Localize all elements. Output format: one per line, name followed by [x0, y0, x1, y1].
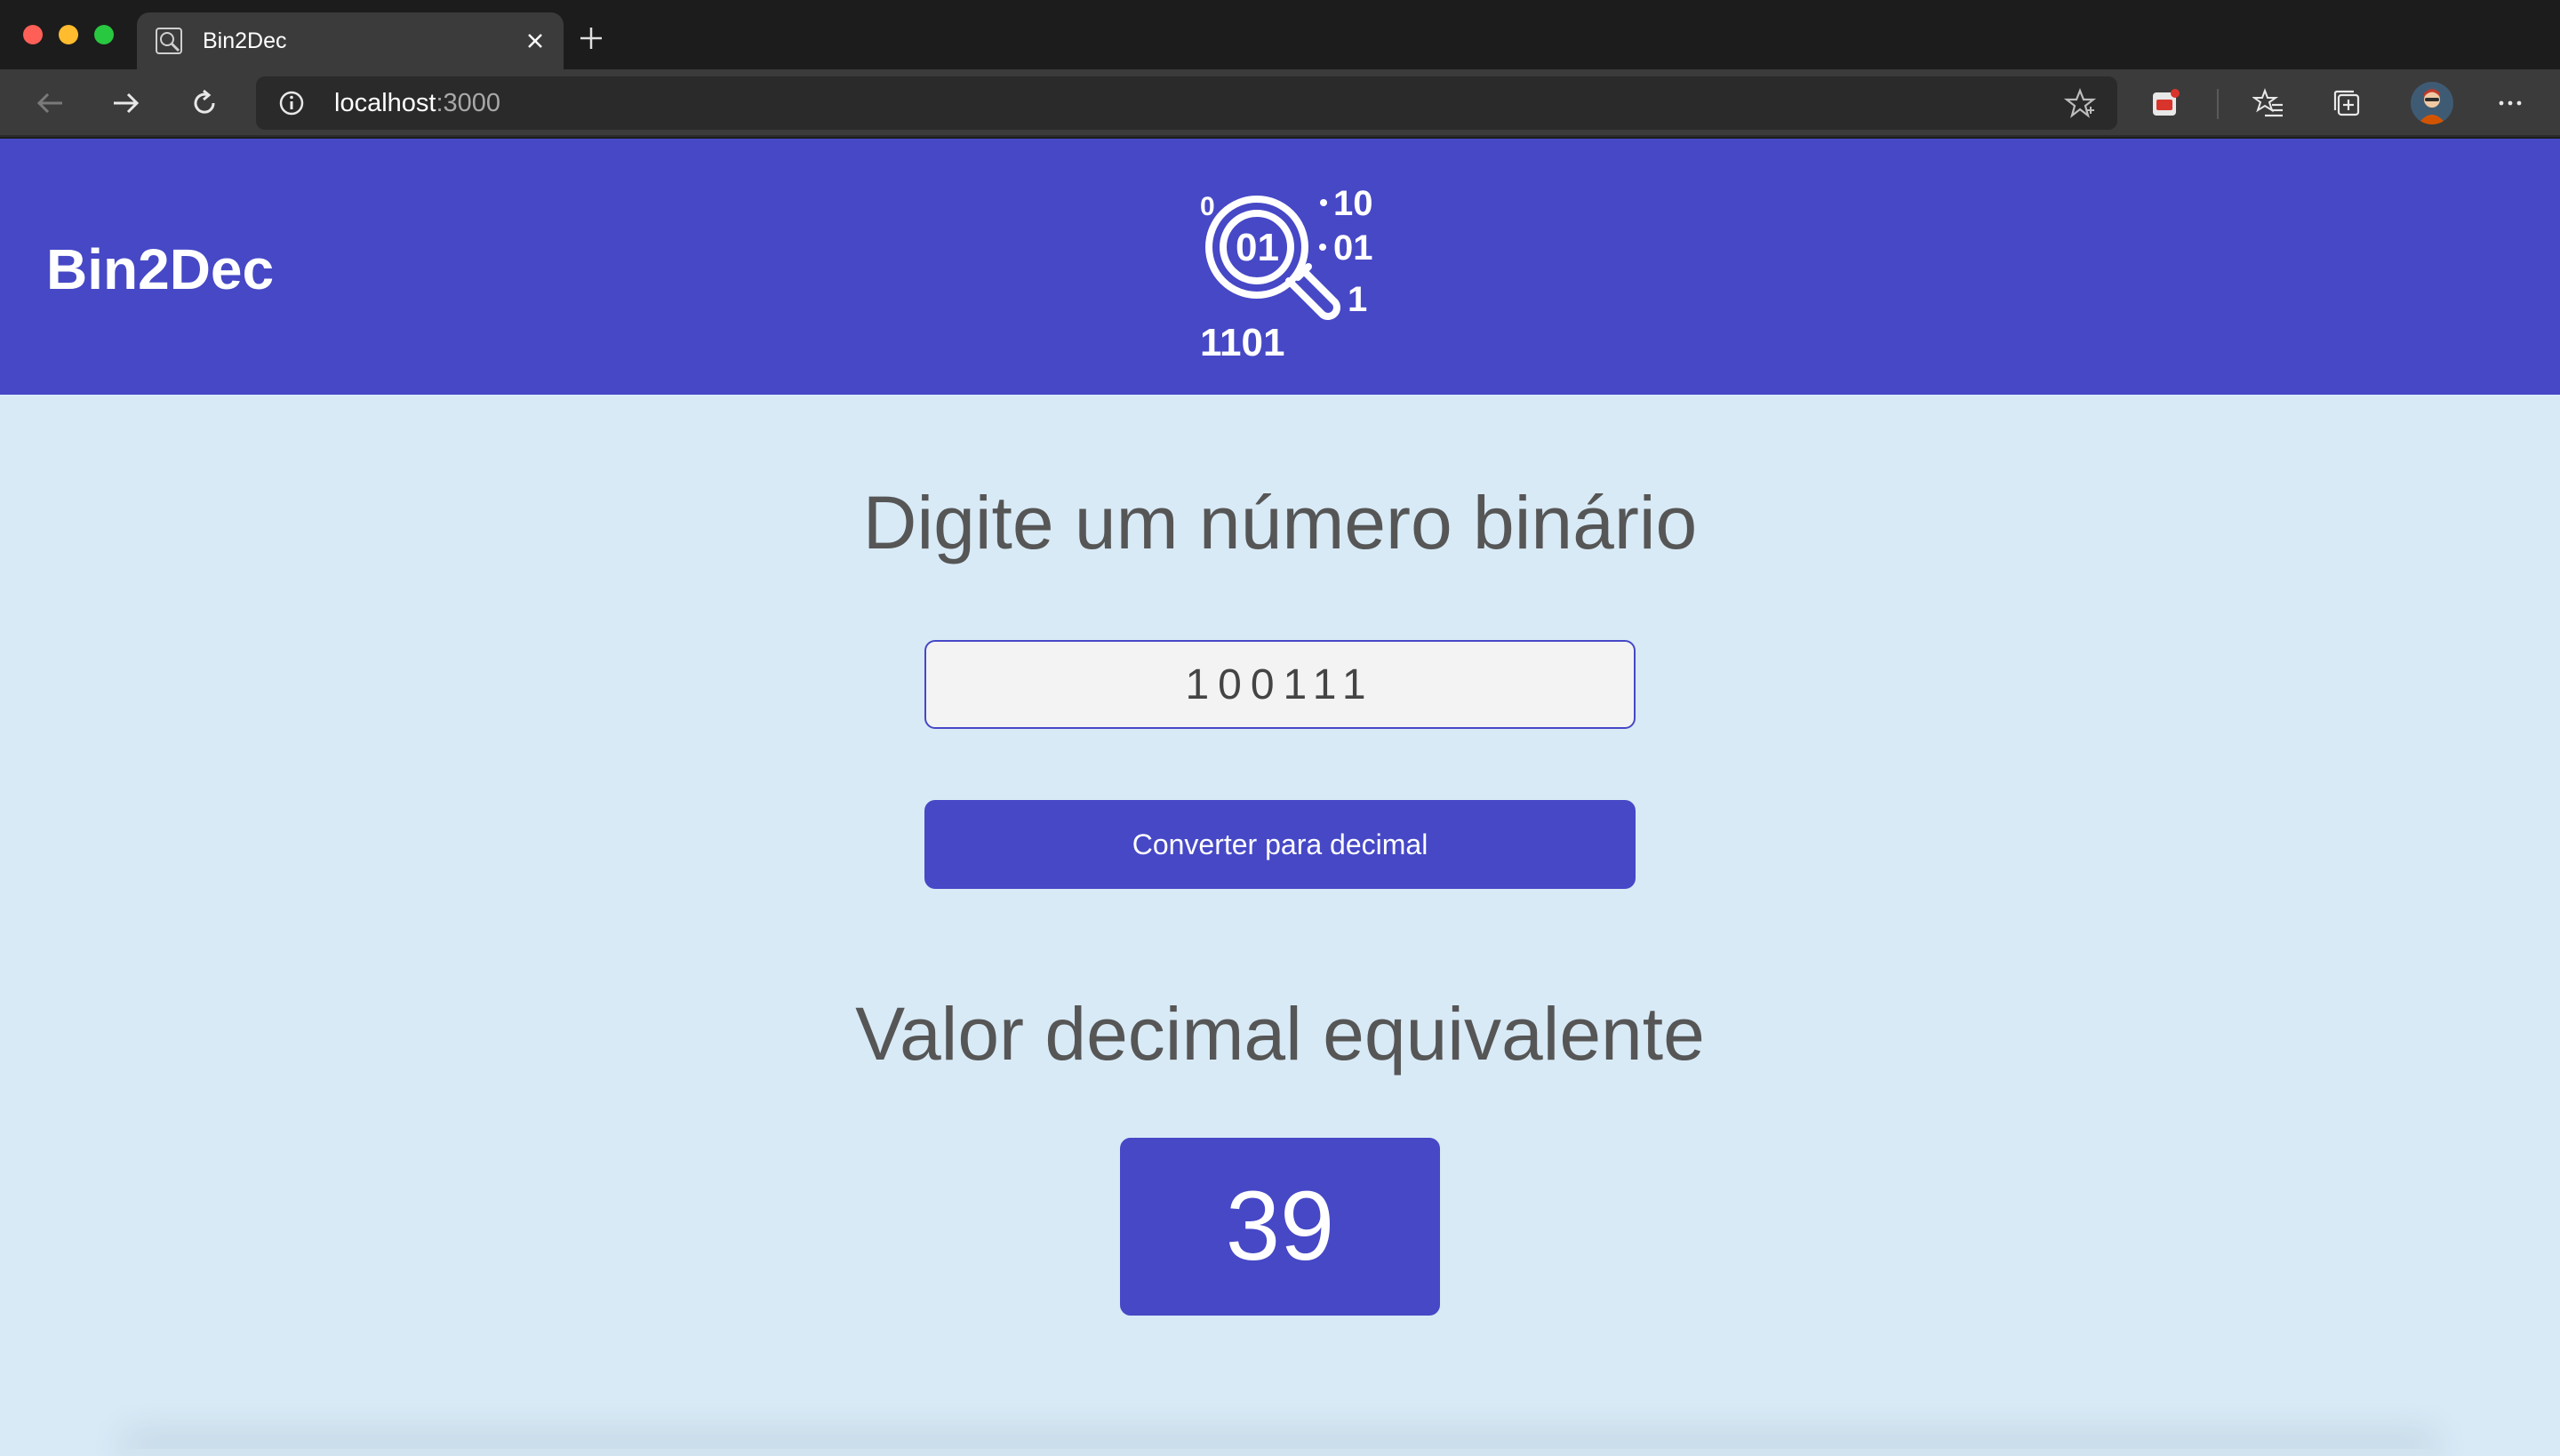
convert-button[interactable]: Converter para decimal: [924, 800, 1636, 889]
profile-avatar-icon: [2418, 89, 2446, 124]
minimize-window-button[interactable]: [59, 25, 78, 44]
address-bar[interactable]: localhost:3000: [256, 76, 2117, 130]
close-tab-icon[interactable]: [523, 28, 548, 53]
forward-arrow-icon[interactable]: [110, 87, 142, 119]
svg-text:1: 1: [1348, 280, 1367, 319]
decimal-result: 39: [1120, 1138, 1440, 1316]
result-heading: Valor decimal equivalente: [855, 992, 1705, 1076]
more-options-icon[interactable]: [2494, 87, 2526, 119]
binary-magnifier-icon: 01 10 01 1 1101 0: [1200, 184, 1373, 364]
back-arrow-icon[interactable]: [34, 87, 66, 119]
maximize-window-button[interactable]: [94, 25, 114, 44]
svg-text:01: 01: [1236, 226, 1279, 269]
app-header: Bin2Dec 01 10 01 1 1101 0: [0, 139, 2560, 395]
tab-title: Bin2Dec: [203, 28, 287, 53]
new-tab-icon[interactable]: [578, 25, 604, 52]
tab-strip: Bin2Dec: [0, 0, 2560, 69]
info-icon[interactable]: [277, 89, 306, 117]
favorite-star-icon[interactable]: [2064, 87, 2096, 119]
binary-input[interactable]: [924, 640, 1636, 729]
browser-window: Bin2Dec localhost:3000 Bin2Dec 01 10 01 …: [0, 0, 2560, 1456]
extension-icon[interactable]: [2149, 87, 2181, 119]
input-heading: Digite um número binário: [862, 481, 1698, 564]
browser-tab[interactable]: Bin2Dec: [137, 12, 564, 69]
url-text: localhost:3000: [334, 89, 501, 117]
footer-edge: [124, 1449, 2436, 1456]
browser-toolbar: localhost:3000: [0, 69, 2560, 137]
svg-text:1101: 1101: [1200, 321, 1284, 364]
profile-avatar[interactable]: [2411, 82, 2453, 124]
svg-text:0: 0: [1200, 192, 1215, 221]
svg-text:10: 10: [1333, 184, 1373, 223]
close-window-button[interactable]: [23, 25, 43, 44]
reload-icon[interactable]: [188, 87, 220, 119]
app-brand: Bin2Dec: [46, 237, 275, 301]
binary-favicon-icon: [156, 28, 182, 54]
collections-icon[interactable]: [2331, 87, 2363, 119]
page-content: Bin2Dec 01 10 01 1 1101 0 Digite um núme…: [0, 139, 2560, 1456]
favorites-icon[interactable]: [2252, 87, 2284, 119]
toolbar-divider: [2217, 89, 2219, 119]
svg-text:01: 01: [1333, 228, 1373, 268]
